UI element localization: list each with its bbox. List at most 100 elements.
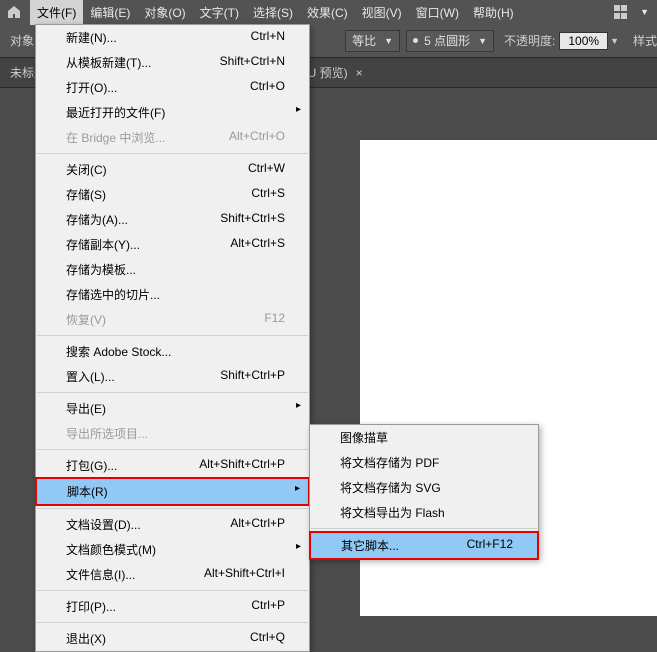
close-icon[interactable]: ×	[356, 66, 363, 80]
file-menu-item-11[interactable]: 存储选中的切片...	[36, 282, 309, 307]
menu-item-label: 最近打开的文件(F)	[66, 104, 165, 121]
menu-item-label: 存储为(A)...	[66, 211, 128, 228]
menu-item-label: 将文档存储为 SVG	[340, 479, 441, 496]
stroke-profile-dropdown[interactable]: 5 点圆形▼	[406, 30, 494, 52]
menu-item-label: 新建(N)...	[66, 29, 117, 46]
menu-item-label: 退出(X)	[66, 630, 106, 647]
menu-separator	[37, 508, 308, 509]
menu-item-shortcut: Ctrl+F12	[467, 537, 513, 554]
menu-separator	[37, 449, 308, 450]
menu-item-label: 文档设置(D)...	[66, 516, 141, 533]
menubar-item-7[interactable]: 窗口(W)	[409, 0, 466, 25]
menu-item-label: 关闭(C)	[66, 161, 107, 178]
menu-item-shortcut: Alt+Ctrl+O	[229, 129, 285, 146]
file-menu-item-15[interactable]: 置入(L)... Shift+Ctrl+P	[36, 364, 309, 389]
menu-separator	[37, 590, 308, 591]
menu-item-shortcut: F12	[264, 311, 285, 328]
menu-item-shortcut: Shift+Ctrl+P	[220, 368, 285, 385]
file-menu-item-18: 导出所选项目...	[36, 421, 309, 446]
menu-separator	[311, 528, 537, 529]
menu-item-label: 文件信息(I)...	[66, 566, 135, 583]
menubar-item-0[interactable]: 文件(F)	[30, 0, 83, 25]
file-menu-item-21[interactable]: 脚本(R)	[37, 479, 308, 504]
file-menu-item-0[interactable]: 新建(N)... Ctrl+N	[36, 25, 309, 50]
menu-item-label: 脚本(R)	[67, 483, 108, 500]
menu-item-label: 存储为模板...	[66, 261, 136, 278]
menu-item-label: 文档颜色模式(M)	[66, 541, 156, 558]
opacity-label: 不透明度:	[504, 32, 555, 49]
file-menu-item-2[interactable]: 打开(O)...Ctrl+O	[36, 75, 309, 100]
chevron-down-icon[interactable]: ▼	[640, 7, 649, 17]
chevron-down-icon[interactable]: ▼	[610, 36, 619, 46]
opacity-input[interactable]: 100%	[559, 32, 608, 50]
file-menu-item-10[interactable]: 存储为模板...	[36, 257, 309, 282]
menubar-item-4[interactable]: 选择(S)	[246, 0, 300, 25]
file-menu-item-24[interactable]: 文档颜色模式(M)	[36, 537, 309, 562]
workspace-grid-icon[interactable]	[614, 5, 628, 19]
menu-item-label: 置入(L)...	[66, 368, 115, 385]
menu-item-label: 搜索 Adobe Stock...	[66, 343, 171, 360]
menu-item-label: 存储(S)	[66, 186, 106, 203]
menu-item-label: 存储选中的切片...	[66, 286, 160, 303]
menu-item-shortcut: Alt+Shift+Ctrl+P	[199, 457, 285, 474]
menu-item-shortcut: Ctrl+S	[251, 186, 285, 203]
home-icon[interactable]	[6, 4, 22, 20]
file-menu-item-25[interactable]: 文件信息(I)... Alt+Shift+Ctrl+I	[36, 562, 309, 587]
menu-item-shortcut: Alt+Shift+Ctrl+I	[204, 566, 285, 583]
file-menu-item-8[interactable]: 存储为(A)... Shift+Ctrl+S	[36, 207, 309, 232]
file-menu-item-14[interactable]: 搜索 Adobe Stock...	[36, 339, 309, 364]
menu-item-shortcut: Ctrl+W	[248, 161, 285, 178]
menu-separator	[37, 335, 308, 336]
file-menu-item-7[interactable]: 存储(S) Ctrl+S	[36, 182, 309, 207]
script-sub-item-2[interactable]: 将文档存储为 SVG	[310, 475, 538, 500]
dot-icon	[413, 38, 418, 43]
menu-separator	[37, 153, 308, 154]
file-menu-item-20[interactable]: 打包(G)... Alt+Shift+Ctrl+P	[36, 453, 309, 478]
file-menu-item-17[interactable]: 导出(E)	[36, 396, 309, 421]
chevron-down-icon: ▼	[384, 36, 393, 46]
menu-item-shortcut: Ctrl+Q	[250, 630, 285, 647]
file-menu-item-9[interactable]: 存储副本(Y)...Alt+Ctrl+S	[36, 232, 309, 257]
menu-item-label: 打开(O)...	[66, 79, 117, 96]
file-menu-item-6[interactable]: 关闭(C) Ctrl+W	[36, 157, 309, 182]
script-sub-item-1[interactable]: 将文档存储为 PDF	[310, 450, 538, 475]
file-menu-item-12: 恢复(V) F12	[36, 307, 309, 332]
menu-item-label: 将文档导出为 Flash	[340, 504, 445, 521]
file-menu-item-3[interactable]: 最近打开的文件(F)	[36, 100, 309, 125]
uniform-dropdown[interactable]: 等比▼	[345, 30, 400, 52]
file-menu-item-29[interactable]: 退出(X) Ctrl+Q	[36, 626, 309, 651]
script-sub-item-5[interactable]: 其它脚本...Ctrl+F12	[311, 533, 537, 558]
menubar-item-8[interactable]: 帮助(H)	[466, 0, 521, 25]
file-menu-item-1[interactable]: 从模板新建(T)... Shift+Ctrl+N	[36, 50, 309, 75]
menu-item-shortcut: Shift+Ctrl+S	[220, 211, 285, 228]
style-label: 样式	[633, 32, 657, 49]
menubar-item-6[interactable]: 视图(V)	[355, 0, 409, 25]
script-sub-item-3[interactable]: 将文档导出为 Flash	[310, 500, 538, 525]
file-menu-item-23[interactable]: 文档设置(D)... Alt+Ctrl+P	[36, 512, 309, 537]
menu-item-shortcut: Ctrl+N	[251, 29, 285, 46]
menubar-item-1[interactable]: 编辑(E)	[83, 0, 137, 25]
menu-item-label: 图像描草	[340, 429, 388, 446]
menu-item-label: 导出(E)	[66, 400, 106, 417]
script-sub-item-0[interactable]: 图像描草	[310, 425, 538, 450]
menu-separator	[37, 392, 308, 393]
menu-item-shortcut: Alt+Ctrl+P	[230, 516, 285, 533]
menu-item-shortcut: Shift+Ctrl+N	[220, 54, 285, 71]
menubar: 文件(F)编辑(E)对象(O)文字(T)选择(S)效果(C)视图(V)窗口(W)…	[0, 0, 657, 24]
menubar-item-3[interactable]: 文字(T)	[193, 0, 246, 25]
menubar-item-2[interactable]: 对象(O)	[137, 0, 192, 25]
menu-item-label: 恢复(V)	[66, 311, 106, 328]
chevron-down-icon: ▼	[478, 36, 487, 46]
file-menu-dropdown: 新建(N)... Ctrl+N 从模板新建(T)... Shift+Ctrl+N 打开(…	[35, 24, 310, 652]
menu-item-shortcut: Ctrl+P	[251, 598, 285, 615]
file-menu-item-4: 在 Bridge 中浏览...Alt+Ctrl+O	[36, 125, 309, 150]
menu-item-label: 从模板新建(T)...	[66, 54, 151, 71]
menubar-item-5[interactable]: 效果(C)	[300, 0, 355, 25]
menu-item-label: 打包(G)...	[66, 457, 117, 474]
script-submenu: 图像描草将文档存储为 PDF 将文档存储为 SVG 将文档导出为 Flash 其它脚本…	[309, 424, 539, 560]
menubar-right: ▼	[614, 5, 657, 19]
menu-item-label: 打印(P)...	[66, 598, 116, 615]
file-menu-item-27[interactable]: 打印(P)... Ctrl+P	[36, 594, 309, 619]
menu-item-label: 存储副本(Y)...	[66, 236, 140, 253]
menu-item-label: 导出所选项目...	[66, 425, 148, 442]
